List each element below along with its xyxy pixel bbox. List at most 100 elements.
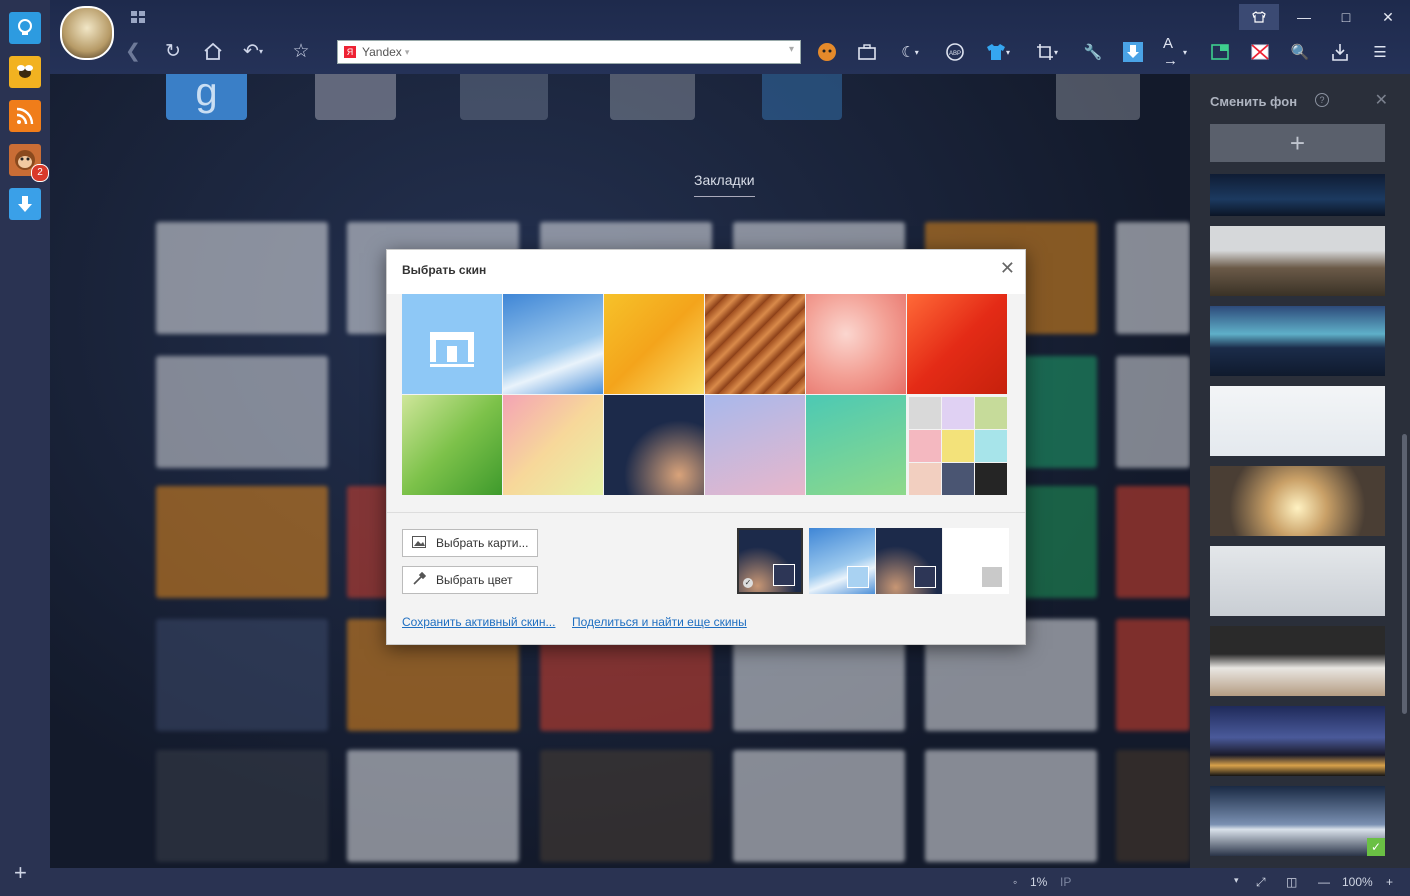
- skin-lilac-gradient[interactable]: [705, 395, 805, 495]
- background-thumbnail[interactable]: [1210, 226, 1385, 296]
- speed-dial-tile[interactable]: [762, 74, 842, 120]
- search-person-icon[interactable]: 🔍: [1288, 40, 1312, 64]
- skin-preview-bokeh[interactable]: [876, 528, 942, 594]
- speed-dial-tile[interactable]: [1116, 356, 1190, 468]
- skin-shirt-icon[interactable]: ▾: [986, 40, 1010, 64]
- background-thumbnail[interactable]: [1210, 306, 1385, 376]
- skin-pastel[interactable]: [503, 395, 603, 495]
- split-view-icon[interactable]: ◫: [1286, 875, 1297, 889]
- back-icon[interactable]: ❮: [120, 38, 146, 64]
- menu-icon[interactable]: ☰: [1368, 40, 1392, 64]
- speed-dial-tile[interactable]: [460, 74, 548, 120]
- home-icon[interactable]: [200, 38, 226, 64]
- speed-dial-tile[interactable]: [540, 750, 712, 862]
- speed-dial-tile[interactable]: [156, 222, 328, 334]
- skin-green-leaf[interactable]: [402, 395, 502, 495]
- color-swatch[interactable]: [909, 430, 941, 462]
- rss-icon[interactable]: [9, 100, 41, 132]
- crop-icon[interactable]: ▾: [1035, 40, 1059, 64]
- choose-color-button[interactable]: Выбрать цвет: [402, 566, 538, 594]
- skin-sky[interactable]: [503, 294, 603, 394]
- close-panel-icon[interactable]: ✕: [1375, 90, 1388, 110]
- background-thumbnail[interactable]: [1210, 386, 1385, 456]
- block-image-icon[interactable]: [1248, 40, 1272, 64]
- background-thumbnail[interactable]: [1210, 546, 1385, 616]
- save-download-icon[interactable]: [1328, 40, 1352, 64]
- night-mode-icon[interactable]: ☾ ▾: [898, 40, 922, 64]
- tabs-grid-icon[interactable]: [120, 4, 156, 30]
- address-dropdown-icon[interactable]: ▾: [405, 47, 410, 58]
- ip-dropdown-icon[interactable]: ▾: [1234, 875, 1239, 886]
- bookmarks-heading[interactable]: Закладки: [694, 172, 755, 197]
- skin-green-gradient[interactable]: [806, 395, 906, 495]
- adblock-icon[interactable]: ABP: [943, 40, 967, 64]
- speed-dial-tile[interactable]: [1116, 619, 1190, 731]
- history-dropdown-icon[interactable]: ▾: [789, 44, 794, 55]
- speed-dial-tile[interactable]: [733, 750, 905, 862]
- speed-dial-tile[interactable]: [315, 74, 396, 120]
- speed-dial-tile[interactable]: [1116, 222, 1190, 334]
- add-background-button[interactable]: +: [1210, 124, 1385, 162]
- skin-button-icon[interactable]: [1239, 4, 1279, 30]
- background-thumbnail-selected[interactable]: ✓: [1210, 786, 1385, 856]
- fullscreen-icon[interactable]: ⤢: [1256, 875, 1266, 890]
- skin-red-leaf[interactable]: [907, 294, 1007, 394]
- help-icon[interactable]: ?: [1315, 93, 1329, 107]
- save-skin-link[interactable]: Сохранить активный скин...: [402, 615, 555, 629]
- color-swatch[interactable]: [942, 397, 974, 429]
- zoom-level[interactable]: 100%: [1342, 875, 1373, 889]
- skin-maxthon[interactable]: [402, 294, 502, 394]
- skin-preview-sky[interactable]: [809, 528, 875, 594]
- color-swatch[interactable]: [942, 463, 974, 495]
- speed-dial-tile[interactable]: [347, 750, 519, 862]
- color-swatch[interactable]: [909, 463, 941, 495]
- panel-scrollbar[interactable]: [1402, 434, 1407, 714]
- bee-icon[interactable]: [9, 56, 41, 88]
- share-skins-link[interactable]: Поделиться и найти еще скины: [572, 615, 747, 629]
- bulb-icon[interactable]: [9, 12, 41, 44]
- color-swatch[interactable]: [975, 397, 1007, 429]
- address-bar[interactable]: Я Yandex ▾ ▾: [337, 40, 801, 64]
- close-window-icon[interactable]: ✕: [1368, 4, 1408, 30]
- color-swatch[interactable]: [975, 463, 1007, 495]
- skin-petals[interactable]: [806, 294, 906, 394]
- speed-dial-tile[interactable]: [1116, 750, 1190, 862]
- add-extension-icon[interactable]: +: [14, 862, 27, 884]
- speed-dial-tile[interactable]: g: [166, 74, 247, 120]
- close-icon[interactable]: ✕: [1000, 258, 1015, 279]
- speed-dial-tile[interactable]: [156, 486, 328, 598]
- avatar[interactable]: [60, 6, 114, 60]
- background-thumbnail[interactable]: [1210, 706, 1385, 776]
- toolbox-icon[interactable]: [855, 40, 879, 64]
- tools-wrench-icon[interactable]: 🔧: [1081, 40, 1105, 64]
- background-thumbnail[interactable]: [1210, 174, 1385, 216]
- speed-dial-tile[interactable]: [925, 750, 1097, 862]
- speed-dial-tile[interactable]: [156, 619, 328, 731]
- skin-preview-white[interactable]: [943, 528, 1009, 594]
- monkey-icon[interactable]: 2: [9, 144, 49, 182]
- translate-icon[interactable]: A → ▾: [1163, 35, 1187, 69]
- speed-dial-tile[interactable]: [1056, 74, 1140, 120]
- minimize-icon[interactable]: —: [1284, 4, 1324, 30]
- refresh-icon[interactable]: ↻: [160, 38, 186, 64]
- color-swatch[interactable]: [975, 430, 1007, 462]
- speed-dial-tile[interactable]: [156, 750, 328, 862]
- maximize-icon[interactable]: □: [1326, 4, 1366, 30]
- skin-yellow-leaf[interactable]: [604, 294, 704, 394]
- skin-bokeh[interactable]: [604, 395, 704, 495]
- screen-capture-icon[interactable]: [1208, 40, 1232, 64]
- zoom-out-icon[interactable]: —: [1318, 875, 1330, 889]
- undo-icon[interactable]: ↶ ▾: [240, 38, 266, 64]
- skin-wood[interactable]: [705, 294, 805, 394]
- download-arrow-icon[interactable]: [9, 188, 41, 220]
- speed-dial-tile[interactable]: [1116, 486, 1190, 598]
- star-icon[interactable]: ☆: [288, 38, 314, 64]
- color-swatch[interactable]: [909, 397, 941, 429]
- fox-icon[interactable]: [815, 40, 839, 64]
- background-thumbnail[interactable]: [1210, 626, 1385, 696]
- choose-picture-button[interactable]: Выбрать карти...: [402, 529, 538, 557]
- speed-dial-tile[interactable]: [610, 74, 695, 120]
- color-swatch[interactable]: [942, 430, 974, 462]
- zoom-in-icon[interactable]: +: [1386, 875, 1393, 889]
- background-thumbnail[interactable]: [1210, 466, 1385, 536]
